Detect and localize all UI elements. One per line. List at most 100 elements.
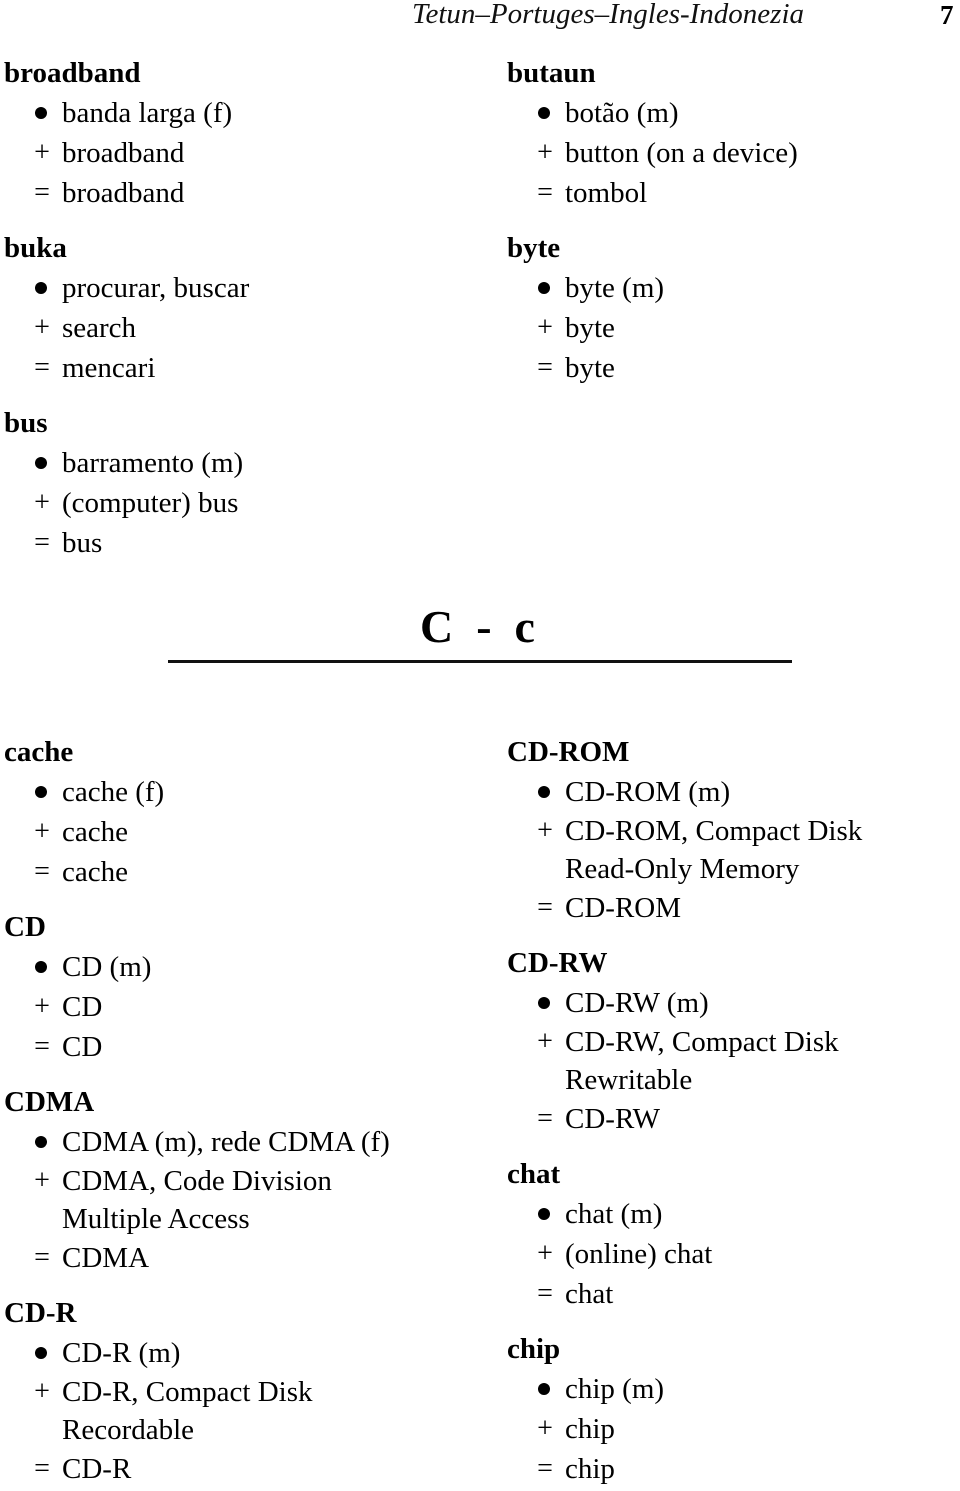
entry-term: bus bbox=[4, 407, 48, 439]
dictionary-entry: CD-R CD-R (m) + CD-R, Compact Disk Record… bbox=[4, 1293, 464, 1489]
dictionary-entry: chat chat (m) + (online) chat = chat bbox=[507, 1154, 960, 1314]
entry-term: broadband bbox=[4, 57, 141, 89]
entry-term: CD-RW bbox=[507, 947, 608, 979]
plus-icon: + bbox=[34, 137, 50, 168]
bullet-icon bbox=[35, 107, 47, 119]
bullet-icon bbox=[538, 786, 550, 798]
bullet-icon bbox=[35, 1136, 47, 1148]
indonesian-translation: = broadband bbox=[4, 173, 464, 213]
indonesian-translation: = CD-ROM bbox=[507, 888, 960, 928]
entry-term: CD bbox=[4, 911, 46, 943]
equals-icon: = bbox=[34, 856, 50, 887]
plus-icon: + bbox=[34, 312, 50, 343]
plus-icon: + bbox=[537, 815, 553, 846]
plus-icon: + bbox=[34, 1376, 50, 1407]
english-translation: + broadband bbox=[4, 133, 464, 173]
english-translation: + byte bbox=[507, 308, 960, 348]
portuguese-translation: CDMA (m), rede CDMA (f) bbox=[4, 1122, 464, 1162]
bullet-icon bbox=[35, 961, 47, 973]
equals-icon: = bbox=[34, 177, 50, 208]
dictionary-entry: CD-RW CD-RW (m) + CD-RW, Compact Disk Rew… bbox=[507, 943, 960, 1139]
entry-term: byte bbox=[507, 232, 561, 264]
equals-icon: = bbox=[537, 1103, 553, 1134]
equals-icon: = bbox=[537, 1453, 553, 1484]
entry-term: CD-ROM bbox=[507, 736, 630, 768]
portuguese-translation: CD-ROM (m) bbox=[507, 772, 960, 812]
plus-icon: + bbox=[537, 312, 553, 343]
indonesian-translation: = tombol bbox=[507, 173, 960, 213]
dictionary-entry: chip chip (m) + chip = chip bbox=[507, 1329, 960, 1489]
indonesian-translation: = byte bbox=[507, 348, 960, 388]
dictionary-entry: cache cache (f) + cache = cache bbox=[4, 732, 464, 892]
english-translation: + cache bbox=[4, 812, 464, 852]
column-top-left: broadband banda larga (f) + broadband = br… bbox=[4, 53, 464, 563]
equals-icon: = bbox=[537, 1278, 553, 1309]
english-translation: + button (on a device) bbox=[507, 133, 960, 173]
indonesian-translation: = CD bbox=[4, 1027, 464, 1067]
bullet-icon bbox=[35, 786, 47, 798]
plus-icon: + bbox=[34, 991, 50, 1022]
equals-icon: = bbox=[34, 1242, 50, 1273]
english-translation: + CD bbox=[4, 987, 464, 1027]
portuguese-translation: chip (m) bbox=[507, 1369, 960, 1409]
portuguese-translation: barramento (m) bbox=[4, 443, 464, 483]
portuguese-translation: procurar, buscar bbox=[4, 268, 464, 308]
portuguese-translation: chat (m) bbox=[507, 1194, 960, 1234]
portuguese-translation: CD (m) bbox=[4, 947, 464, 987]
section-letter-heading: C - c bbox=[420, 601, 535, 652]
portuguese-translation: botão (m) bbox=[507, 93, 960, 133]
equals-icon: = bbox=[537, 177, 553, 208]
section-divider bbox=[168, 660, 792, 663]
dictionary-entry: bus barramento (m) + (computer) bus = bus bbox=[4, 403, 464, 563]
equals-icon: = bbox=[34, 1453, 50, 1484]
plus-icon: + bbox=[34, 487, 50, 518]
portuguese-translation: CD-RW (m) bbox=[507, 983, 960, 1023]
dictionary-entry: CD-ROM CD-ROM (m) + CD-ROM, Compact Disk … bbox=[507, 732, 960, 928]
indonesian-translation: = mencari bbox=[4, 348, 464, 388]
english-translation: + CD-RW, Compact Disk Rewritable bbox=[507, 1023, 895, 1099]
english-translation: + (computer) bus bbox=[4, 483, 464, 523]
entry-term: buka bbox=[4, 232, 67, 264]
column-top-right: butaun botão (m) + button (on a device) =… bbox=[507, 53, 960, 388]
bullet-icon bbox=[538, 997, 550, 1009]
indonesian-translation: = CD-RW bbox=[507, 1099, 960, 1139]
plus-icon: + bbox=[34, 816, 50, 847]
bullet-icon bbox=[35, 1347, 47, 1359]
dictionary-entry: CD CD (m) + CD = CD bbox=[4, 907, 464, 1067]
indonesian-translation: = chat bbox=[507, 1274, 960, 1314]
equals-icon: = bbox=[34, 352, 50, 383]
entry-term: cache bbox=[4, 736, 74, 768]
bullet-icon bbox=[538, 282, 550, 294]
dictionary-entry: butaun botão (m) + button (on a device) =… bbox=[507, 53, 960, 213]
running-header-title: Tetun–Portuges–Ingles-Indonezia bbox=[412, 0, 805, 30]
bullet-icon bbox=[538, 1383, 550, 1395]
dictionary-entry: byte byte (m) + byte = byte bbox=[507, 228, 960, 388]
equals-icon: = bbox=[537, 352, 553, 383]
indonesian-translation: = CD-R bbox=[4, 1449, 464, 1489]
portuguese-translation: cache (f) bbox=[4, 772, 464, 812]
indonesian-translation: = CDMA bbox=[4, 1238, 464, 1278]
bullet-icon bbox=[35, 282, 47, 294]
entry-term: CDMA bbox=[4, 1086, 95, 1118]
english-translation: + search bbox=[4, 308, 464, 348]
entry-term: chip bbox=[507, 1333, 561, 1365]
portuguese-translation: banda larga (f) bbox=[4, 93, 464, 133]
plus-icon: + bbox=[537, 1238, 553, 1269]
equals-icon: = bbox=[537, 892, 553, 923]
english-translation: + (online) chat bbox=[507, 1234, 960, 1274]
indonesian-translation: = cache bbox=[4, 852, 464, 892]
portuguese-translation: byte (m) bbox=[507, 268, 960, 308]
indonesian-translation: = bus bbox=[4, 523, 464, 563]
entry-term: butaun bbox=[507, 57, 596, 89]
plus-icon: + bbox=[34, 1165, 50, 1196]
entry-term: CD-R bbox=[4, 1297, 77, 1329]
dictionary-entry: CDMA CDMA (m), rede CDMA (f) + CDMA, Code… bbox=[4, 1082, 464, 1278]
entry-term: chat bbox=[507, 1158, 561, 1190]
indonesian-translation: = chip bbox=[507, 1449, 960, 1489]
column-bottom-right: CD-ROM CD-ROM (m) + CD-ROM, Compact Disk … bbox=[507, 732, 960, 1489]
plus-icon: + bbox=[537, 137, 553, 168]
portuguese-translation: CD-R (m) bbox=[4, 1333, 464, 1373]
dictionary-entry: broadband banda larga (f) + broadband = br… bbox=[4, 53, 464, 213]
bullet-icon bbox=[538, 107, 550, 119]
column-bottom-left: cache cache (f) + cache = cache CD CD (m) … bbox=[4, 732, 464, 1489]
